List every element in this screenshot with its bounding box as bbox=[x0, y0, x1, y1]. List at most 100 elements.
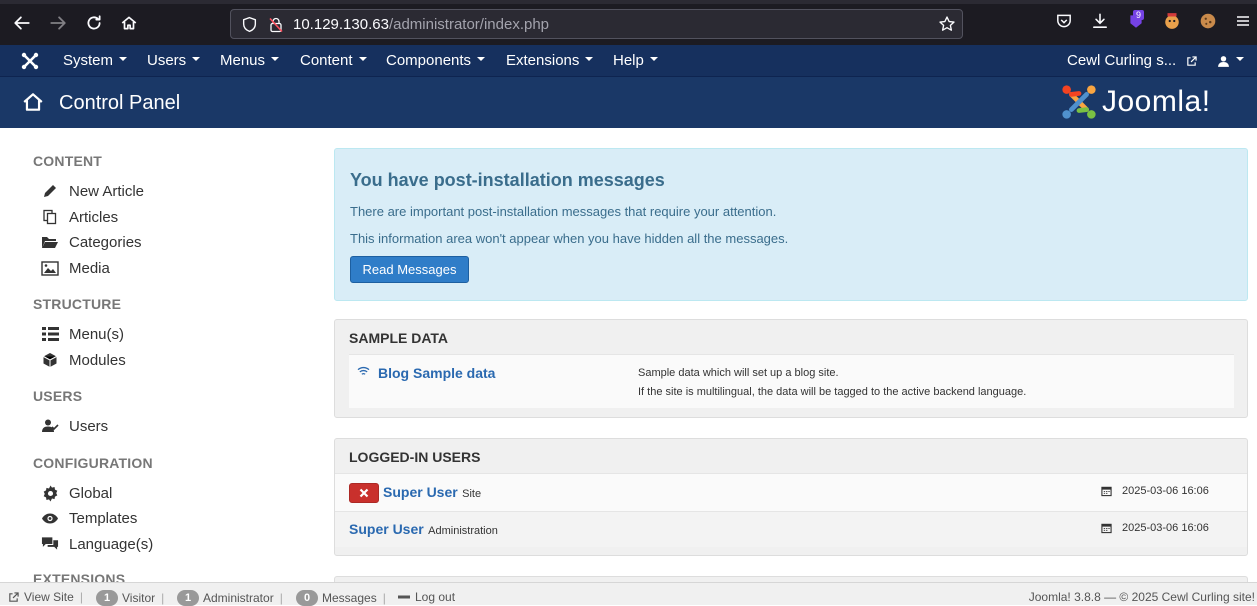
user-client-label: Administration bbox=[428, 525, 498, 537]
back-icon[interactable] bbox=[11, 12, 33, 34]
sidebar-item-modules[interactable]: Modules bbox=[41, 351, 126, 369]
sidebar-item-label: New Article bbox=[69, 182, 145, 200]
sidebar-heading-structure: STRUCTURE bbox=[33, 296, 122, 312]
wifi-icon bbox=[357, 364, 370, 382]
user-name-link[interactable]: Super User bbox=[383, 484, 458, 500]
sidebar-item-label: Templates bbox=[69, 509, 138, 527]
login-time-value: 2025-03-06 16:06 bbox=[1122, 522, 1209, 534]
post-installation-alert: You have post-installation messages Ther… bbox=[334, 148, 1248, 301]
logged-in-user-entry: Super User Site bbox=[383, 484, 481, 502]
visitor-count-badge: 1 bbox=[96, 590, 118, 606]
admin-count-badge: 1 bbox=[177, 590, 199, 606]
sidebar-item-articles[interactable]: Articles bbox=[41, 208, 118, 226]
messages-label: Messages bbox=[322, 591, 377, 605]
joomla-brand-logo: Joomla! bbox=[1060, 83, 1211, 121]
logout-link[interactable]: Log out bbox=[398, 590, 455, 604]
force-logout-button[interactable] bbox=[349, 483, 379, 503]
extension-icon[interactable]: 9 bbox=[1127, 10, 1145, 35]
bookmark-star-icon[interactable] bbox=[938, 15, 956, 38]
sidebar-heading-configuration: CONFIGURATION bbox=[33, 455, 153, 471]
sample-data-desc-1: Sample data which will set up a blog sit… bbox=[638, 367, 839, 379]
close-icon bbox=[359, 488, 369, 498]
forward-icon[interactable] bbox=[47, 12, 69, 34]
menu-menus-label: Menus bbox=[220, 52, 266, 69]
joomla-wordmark: Joomla! bbox=[1102, 85, 1211, 118]
caret-down-icon bbox=[649, 57, 658, 62]
user-name-link[interactable]: Super User bbox=[349, 521, 424, 537]
comments-icon bbox=[41, 535, 59, 553]
minus-icon bbox=[398, 595, 410, 599]
calendar-icon bbox=[1101, 486, 1112, 497]
admin-count[interactable]: 1 Administrator | bbox=[177, 590, 289, 606]
menu-system[interactable]: System bbox=[63, 52, 128, 69]
pencil-icon bbox=[41, 182, 59, 200]
cookie-icon[interactable] bbox=[1199, 12, 1217, 35]
shield-icon[interactable] bbox=[241, 16, 258, 38]
caret-down-icon bbox=[119, 57, 128, 62]
menu-content-label: Content bbox=[300, 52, 353, 69]
blog-sample-data-link[interactable]: Blog Sample data bbox=[378, 365, 495, 381]
logged-in-users-title: LOGGED-IN USERS bbox=[349, 449, 481, 465]
site-preview-link[interactable]: Cewl Curling s... bbox=[1067, 52, 1198, 69]
separator: | bbox=[79, 590, 83, 604]
login-time-value: 2025-03-06 16:06 bbox=[1122, 485, 1209, 497]
sidebar-item-templates[interactable]: Templates bbox=[41, 509, 137, 527]
user-menu[interactable] bbox=[1217, 52, 1244, 69]
messages-count[interactable]: 0 Messages | bbox=[296, 590, 392, 606]
menu-users[interactable]: Users bbox=[147, 52, 201, 69]
home-icon bbox=[22, 91, 44, 118]
browser-toolbar: 10.129.130.63/administrator/index.php 9 bbox=[0, 0, 1257, 45]
separator: | bbox=[161, 591, 165, 605]
separator: | bbox=[382, 591, 386, 605]
joomla-menu-logo-icon[interactable] bbox=[20, 51, 40, 76]
sidebar-item-users[interactable]: Users bbox=[41, 417, 108, 435]
downloads-icon[interactable] bbox=[1091, 12, 1109, 35]
sidebar-item-label: Categories bbox=[69, 233, 142, 251]
read-messages-button[interactable]: Read Messages bbox=[350, 256, 469, 283]
logged-in-users-panel: LOGGED-IN USERS Super User Site 2025-03-… bbox=[334, 438, 1248, 556]
sidebar-item-global[interactable]: Global bbox=[41, 484, 112, 502]
menu-extensions[interactable]: Extensions bbox=[506, 52, 594, 69]
menu-users-label: Users bbox=[147, 52, 187, 69]
user-icon bbox=[1218, 55, 1229, 67]
alert-message-2: This information area won't appear when … bbox=[350, 231, 789, 246]
sidebar-item-label: Users bbox=[69, 417, 109, 435]
caret-down-icon bbox=[358, 57, 367, 62]
menu-components[interactable]: Components bbox=[386, 52, 486, 69]
home-icon[interactable] bbox=[118, 12, 140, 34]
list-icon bbox=[41, 325, 59, 343]
caret-down-icon bbox=[1236, 57, 1244, 62]
pocket-icon[interactable] bbox=[1055, 12, 1073, 35]
alert-message-1: There are important post-installation me… bbox=[350, 204, 777, 219]
url-bar[interactable]: 10.129.130.63/administrator/index.php bbox=[230, 9, 963, 39]
sidebar-item-media[interactable]: Media bbox=[41, 259, 110, 277]
foxy-proxy-icon[interactable] bbox=[1163, 12, 1181, 35]
calendar-icon bbox=[1101, 523, 1112, 534]
sidebar-heading-content: CONTENT bbox=[33, 153, 103, 169]
url-path: /administrator/index.php bbox=[388, 16, 550, 33]
cog-icon bbox=[41, 484, 59, 502]
caret-down-icon bbox=[585, 57, 594, 62]
menu-content[interactable]: Content bbox=[300, 52, 367, 69]
sidebar-item-new-article[interactable]: New Article bbox=[41, 182, 144, 200]
sidebar-item-label: Media bbox=[69, 259, 110, 277]
sidebar-item-label: Modules bbox=[69, 351, 126, 369]
app-menu-icon[interactable] bbox=[1235, 12, 1251, 35]
visitor-count[interactable]: 1 Visitor | bbox=[96, 590, 170, 606]
eye-icon bbox=[41, 509, 59, 527]
visitor-label: Visitor bbox=[122, 591, 156, 605]
url-host: 10.129.130.63 bbox=[293, 16, 389, 33]
site-link-label: Cewl Curling s... bbox=[1067, 52, 1177, 69]
view-site-link[interactable]: View Site | bbox=[8, 590, 89, 604]
sidebar-item-categories[interactable]: Categories bbox=[41, 233, 142, 251]
reload-icon[interactable] bbox=[83, 12, 105, 34]
menu-help[interactable]: Help bbox=[613, 52, 658, 69]
sidebar-item-menus[interactable]: Menu(s) bbox=[41, 325, 124, 343]
insecure-lock-icon[interactable] bbox=[268, 16, 284, 38]
menu-menus[interactable]: Menus bbox=[220, 52, 280, 69]
sidebar-item-languages[interactable]: Language(s) bbox=[41, 535, 153, 553]
logout-label: Log out bbox=[415, 590, 456, 604]
url-text[interactable]: 10.129.130.63/administrator/index.php bbox=[293, 16, 549, 33]
image-icon bbox=[41, 259, 59, 277]
login-time: 2025-03-06 16:06 bbox=[1101, 522, 1209, 534]
